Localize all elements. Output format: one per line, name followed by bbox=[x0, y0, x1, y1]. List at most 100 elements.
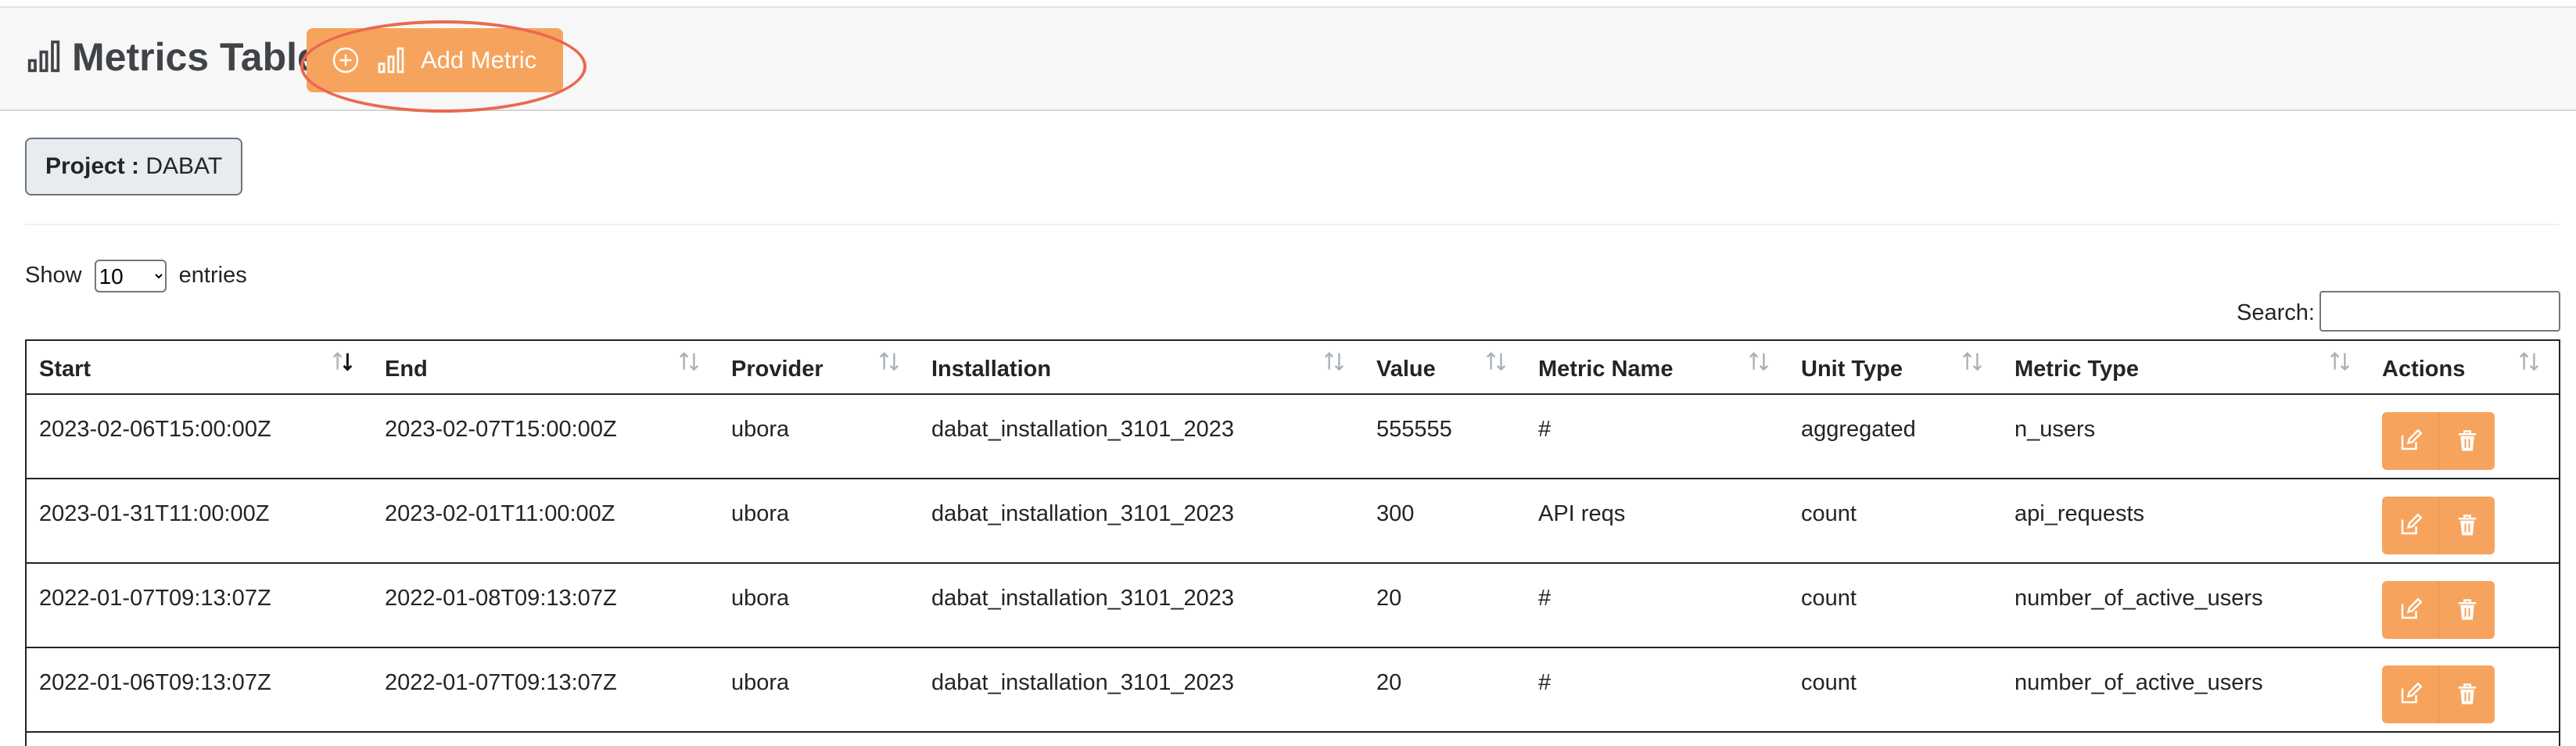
sort-icon bbox=[2519, 352, 2539, 371]
sort-icon bbox=[1486, 352, 1506, 371]
table-cell-installation: dabat_installation_3101_2023 bbox=[919, 394, 1364, 479]
table-cell-end: 2022-01-07T09:13:07Z bbox=[372, 647, 719, 733]
table-row: 2022-01-07T09:13:07Z 2022-01-08T09:13:07Z… bbox=[27, 563, 2559, 648]
row-actions bbox=[2382, 497, 2495, 554]
table-body: 2023-02-06T15:00:00Z 2023-02-07T15:00:00Z… bbox=[27, 394, 2559, 733]
table-cell-end: 2023-02-07T15:00:00Z bbox=[372, 394, 719, 479]
sort-desc-icon bbox=[332, 352, 353, 371]
table-row: 2023-01-31T11:00:00Z 2023-02-01T11:00:00Z… bbox=[27, 479, 2559, 564]
table-cell-provider: ubora bbox=[719, 394, 919, 479]
delete-button[interactable] bbox=[2438, 497, 2495, 554]
divider bbox=[25, 224, 2559, 225]
table-cell-value: 300 bbox=[1364, 479, 1526, 564]
table-cell-actions bbox=[2370, 394, 2559, 479]
table-cell-metric-type: number_of_active_users bbox=[2002, 647, 2370, 733]
table-cell-start: 2023-02-06T15:00:00Z bbox=[27, 394, 372, 479]
edit-button[interactable] bbox=[2382, 412, 2438, 470]
project-value: DABAT bbox=[145, 153, 223, 179]
column-header-provider[interactable]: Provider bbox=[719, 341, 919, 395]
table-cell-unit-type: aggregated bbox=[1788, 394, 2002, 479]
column-header-label: End bbox=[385, 357, 428, 382]
sort-icon bbox=[1749, 352, 1769, 371]
metrics-table: Start End Provider Installation Value Metric … bbox=[27, 341, 2559, 733]
table-cell-installation: dabat_installation_3101_2023 bbox=[919, 647, 1364, 733]
column-header-metric-type[interactable]: Metric Type bbox=[2002, 341, 2370, 395]
delete-button[interactable] bbox=[2438, 412, 2495, 470]
table-cell-value: 20 bbox=[1364, 563, 1526, 648]
table-cell-metric-type: n_users bbox=[2002, 394, 2370, 479]
project-label: Project : bbox=[45, 153, 140, 179]
row-actions bbox=[2382, 665, 2495, 723]
table-cell-actions bbox=[2370, 647, 2559, 733]
search-input[interactable] bbox=[2319, 291, 2560, 332]
add-metric-button[interactable]: Add Metric bbox=[307, 28, 563, 92]
entries-length-control: Show 10 entries bbox=[25, 258, 247, 293]
table-cell-start: 2022-01-07T09:13:07Z bbox=[27, 563, 372, 648]
bar-chart-icon bbox=[27, 40, 60, 73]
sort-icon bbox=[679, 352, 699, 371]
table-cell-metric-name: API reqs bbox=[1526, 479, 1788, 564]
trash-icon bbox=[2458, 430, 2477, 451]
table-cell-actions bbox=[2370, 563, 2559, 648]
table-cell-unit-type: count bbox=[1788, 647, 2002, 733]
edit-icon bbox=[2401, 683, 2422, 704]
column-header-label: Value bbox=[1376, 357, 1436, 382]
project-badge: Project : DABAT bbox=[25, 138, 242, 195]
table-cell-provider: ubora bbox=[719, 479, 919, 564]
entries-label: entries bbox=[178, 263, 247, 288]
trash-icon bbox=[2458, 599, 2477, 620]
table-cell-metric-name: # bbox=[1526, 563, 1788, 648]
table-row: 2023-02-06T15:00:00Z 2023-02-07T15:00:00Z… bbox=[27, 394, 2559, 479]
edit-icon bbox=[2401, 598, 2422, 619]
delete-button[interactable] bbox=[2438, 581, 2495, 639]
edit-icon bbox=[2401, 514, 2422, 535]
delete-button[interactable] bbox=[2438, 665, 2495, 723]
table-row: 2022-01-06T09:13:07Z 2022-01-07T09:13:07Z… bbox=[27, 647, 2559, 733]
sort-icon bbox=[1324, 352, 1344, 371]
column-header-value[interactable]: Value bbox=[1364, 341, 1526, 395]
table-cell-installation: dabat_installation_3101_2023 bbox=[919, 479, 1364, 564]
table-cell-installation: dabat_installation_3101_2023 bbox=[919, 563, 1364, 648]
column-header-end[interactable]: End bbox=[372, 341, 719, 395]
table-cell-end: 2023-02-01T11:00:00Z bbox=[372, 479, 719, 564]
trash-icon bbox=[2458, 683, 2477, 705]
column-header-installation[interactable]: Installation bbox=[919, 341, 1364, 395]
search-label: Search: bbox=[2237, 300, 2315, 325]
table-cell-unit-type: count bbox=[1788, 479, 2002, 564]
column-header-metric-name[interactable]: Metric Name bbox=[1526, 341, 1788, 395]
bar-chart-icon bbox=[378, 47, 404, 74]
table-cell-metric-name: # bbox=[1526, 647, 1788, 733]
column-header-unit-type[interactable]: Unit Type bbox=[1788, 341, 2002, 395]
table-cell-actions bbox=[2370, 479, 2559, 564]
show-label: Show bbox=[25, 263, 82, 288]
trash-icon bbox=[2458, 515, 2477, 536]
add-metric-label: Add Metric bbox=[421, 46, 537, 74]
column-header-start[interactable]: Start bbox=[27, 341, 372, 395]
column-header-actions[interactable]: Actions bbox=[2370, 341, 2559, 395]
edit-button[interactable] bbox=[2382, 665, 2438, 723]
table-cell-end: 2022-01-08T09:13:07Z bbox=[372, 563, 719, 648]
edit-icon bbox=[2401, 429, 2422, 450]
table-cell-provider: ubora bbox=[719, 563, 919, 648]
metrics-table-container: Start End Provider Installation Value Metric … bbox=[25, 339, 2560, 746]
column-header-label: Installation bbox=[931, 357, 1052, 382]
page-header: Metrics Table Add Metric bbox=[0, 6, 2576, 113]
table-cell-metric-name: # bbox=[1526, 394, 1788, 479]
column-header-label: Provider bbox=[731, 357, 823, 382]
sort-icon bbox=[879, 352, 899, 371]
edit-button[interactable] bbox=[2382, 581, 2438, 639]
sort-icon bbox=[1962, 352, 1982, 371]
column-header-label: Start bbox=[39, 357, 91, 382]
table-cell-value: 20 bbox=[1364, 647, 1526, 733]
table-cell-start: 2022-01-06T09:13:07Z bbox=[27, 647, 372, 733]
entries-select[interactable]: 10 bbox=[94, 260, 167, 293]
column-header-label: Metric Type bbox=[2015, 357, 2140, 382]
edit-button[interactable] bbox=[2382, 497, 2438, 554]
page-title: Metrics Table bbox=[72, 35, 319, 79]
column-header-label: Metric Name bbox=[1538, 357, 1674, 382]
table-header-row: Start End Provider Installation Value Metric … bbox=[27, 341, 2559, 395]
plus-circle-icon bbox=[332, 47, 359, 74]
column-header-label: Unit Type bbox=[1801, 357, 1903, 382]
row-actions bbox=[2382, 581, 2495, 639]
row-actions bbox=[2382, 412, 2495, 470]
